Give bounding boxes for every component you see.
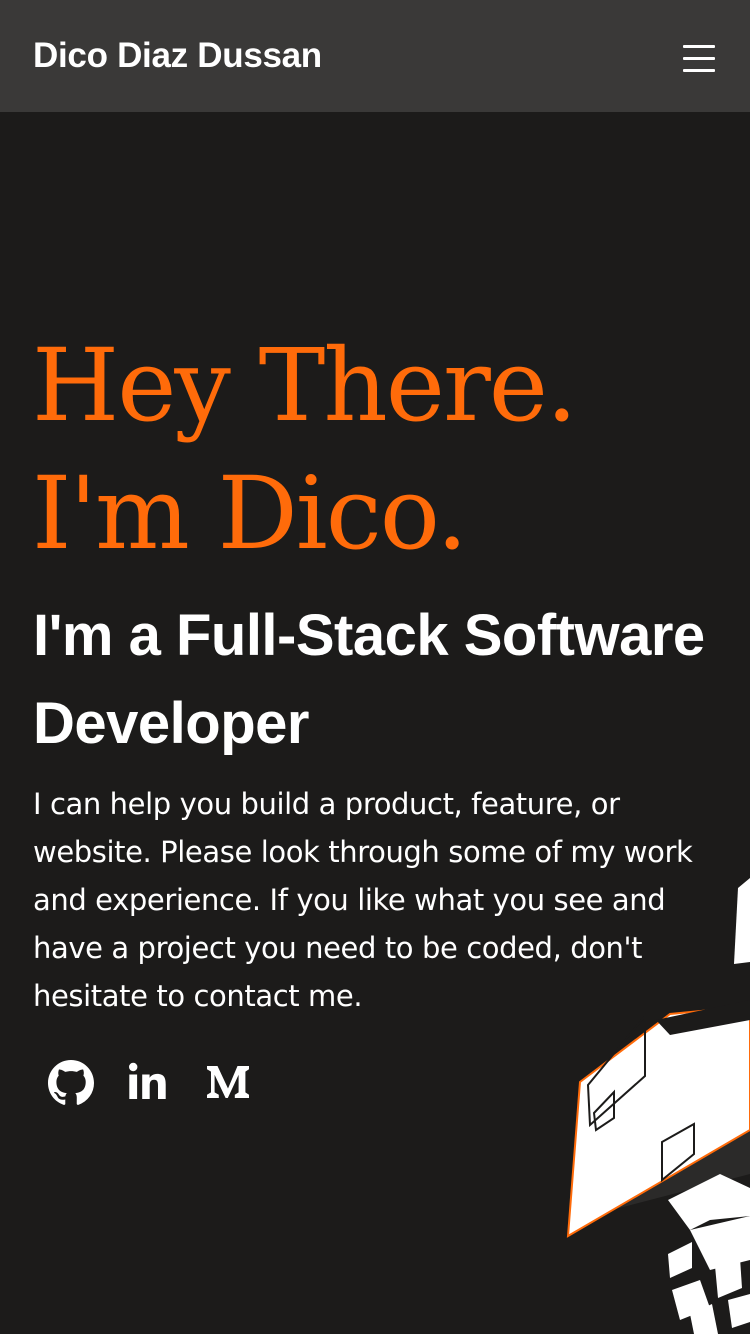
hero-greeting: Hey There. I'm Dico. (32, 327, 578, 572)
decorative-illustration (566, 878, 750, 1334)
menu-button[interactable] (671, 34, 725, 84)
hero-role: I'm a Full-Stack Software Developer (33, 603, 705, 756)
brand-name[interactable]: Dico Diaz Dussan (33, 34, 322, 78)
github-icon (48, 1060, 94, 1105)
navbar: Dico Diaz Dussan (0, 0, 750, 112)
linkedin-link[interactable] (118, 1052, 180, 1112)
github-link[interactable] (40, 1052, 102, 1112)
medium-icon (207, 1066, 249, 1098)
linkedin-icon (129, 1062, 166, 1099)
medium-link[interactable] (196, 1052, 258, 1112)
social-links (40, 1052, 274, 1112)
